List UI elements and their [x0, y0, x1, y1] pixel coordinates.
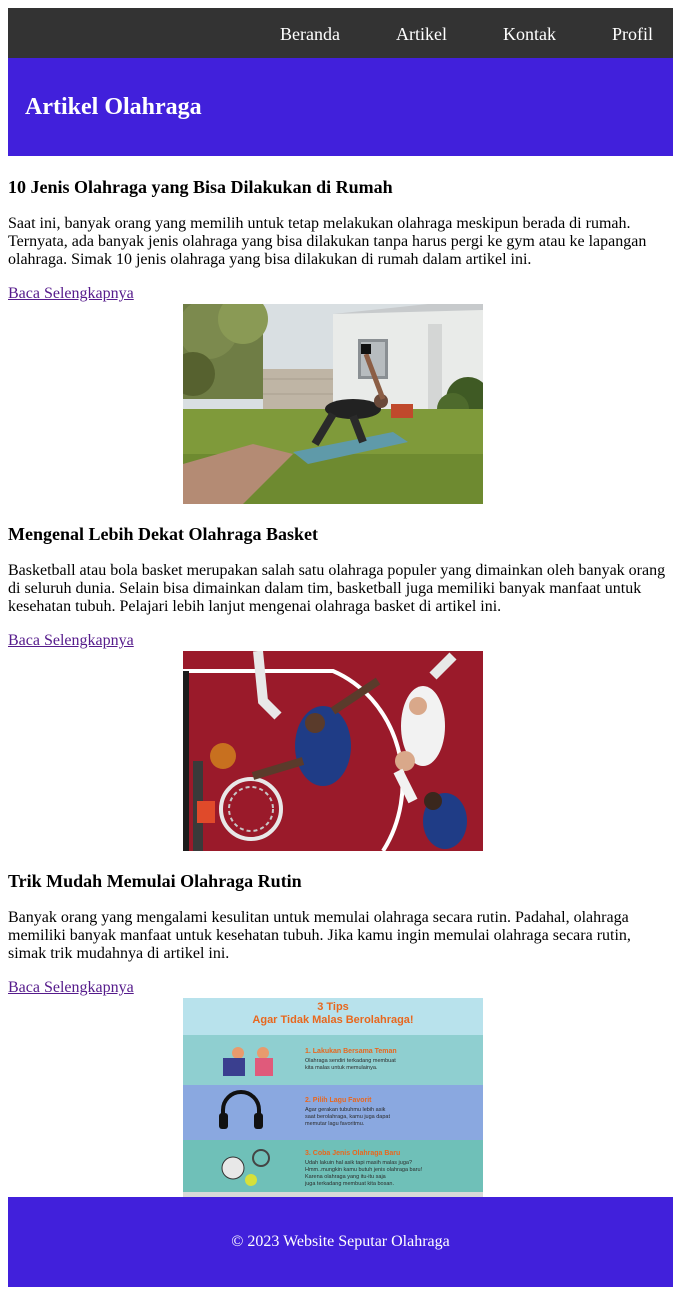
tip-text: Udah lakuin hal asik tapi masih malas ju…: [305, 1160, 412, 1166]
nav-link-profil[interactable]: Profil: [612, 8, 653, 58]
top-navbar: Beranda Artikel Kontak Profil: [8, 8, 673, 58]
article-summary: Basketball atau bola basket merupakan sa…: [8, 562, 666, 615]
article-card: Mengenal Lebih Dekat Olahraga Basket Bas…: [8, 524, 673, 650]
tip-heading: 2. Pilih Lagu Favorit: [305, 1097, 372, 1104]
page-footer: © 2023 Website Seputar Olahraga: [8, 1197, 673, 1287]
page-header: Artikel Olahraga: [8, 58, 673, 156]
tip-text: Olahraga sendiri terkadang membuat: [305, 1058, 396, 1064]
tip-text: kita malas untuk memulainya.: [305, 1065, 378, 1071]
tip-text: Agar gerakan tubuhmu lebih asik: [305, 1107, 386, 1113]
read-more-link[interactable]: Baca Selengkapnya: [8, 632, 134, 650]
article-summary: Banyak orang yang mengalami kesulitan un…: [8, 909, 631, 962]
article-card: Trik Mudah Memulai Olahraga Rutin Banyak…: [8, 871, 673, 997]
read-more-link[interactable]: Baca Selengkapnya: [8, 285, 134, 303]
infographic-subtitle: Agar Tidak Malas Berolahraga!: [252, 1014, 413, 1026]
article-title: Mengenal Lebih Dekat Olahraga Basket: [8, 524, 319, 544]
nav-link-kontak[interactable]: Kontak: [503, 8, 556, 58]
article-title: Trik Mudah Memulai Olahraga Rutin: [8, 871, 302, 891]
basketball-photo: [183, 651, 483, 851]
home-workout-photo: [183, 304, 483, 504]
tip-text: Hmm..mungkin kamu butuh jenis olahraga b…: [305, 1167, 423, 1173]
article-summary: Saat ini, banyak orang yang memilih untu…: [8, 215, 647, 268]
tip-text: juga terkadang membuat kita bosan.: [304, 1181, 394, 1187]
article-card: 10 Jenis Olahraga yang Bisa Dilakukan di…: [8, 177, 673, 303]
copyright-text: © 2023 Website Seputar Olahraga: [231, 1233, 450, 1250]
tips-infographic: 3 Tips Agar Tidak Malas Berolahraga! 1. …: [183, 998, 483, 1197]
nav-link-artikel[interactable]: Artikel: [396, 8, 447, 58]
nav-link-beranda[interactable]: Beranda: [280, 8, 340, 58]
tip-text: Karena olahraga yang itu-itu saja: [305, 1174, 387, 1180]
infographic-title: 3 Tips: [317, 1001, 349, 1013]
article-title: 10 Jenis Olahraga yang Bisa Dilakukan di…: [8, 177, 393, 197]
tip-heading: 1. Lakukan Bersama Teman: [305, 1048, 397, 1055]
tip-text: saat berolahraga, kamu juga dapat: [305, 1114, 390, 1120]
tip-text: memutar lagu favoritmu.: [305, 1121, 365, 1127]
page-title: Artikel Olahraga: [25, 94, 202, 120]
read-more-link[interactable]: Baca Selengkapnya: [8, 979, 134, 997]
tip-heading: 3. Coba Jenis Olahraga Baru: [305, 1150, 400, 1157]
